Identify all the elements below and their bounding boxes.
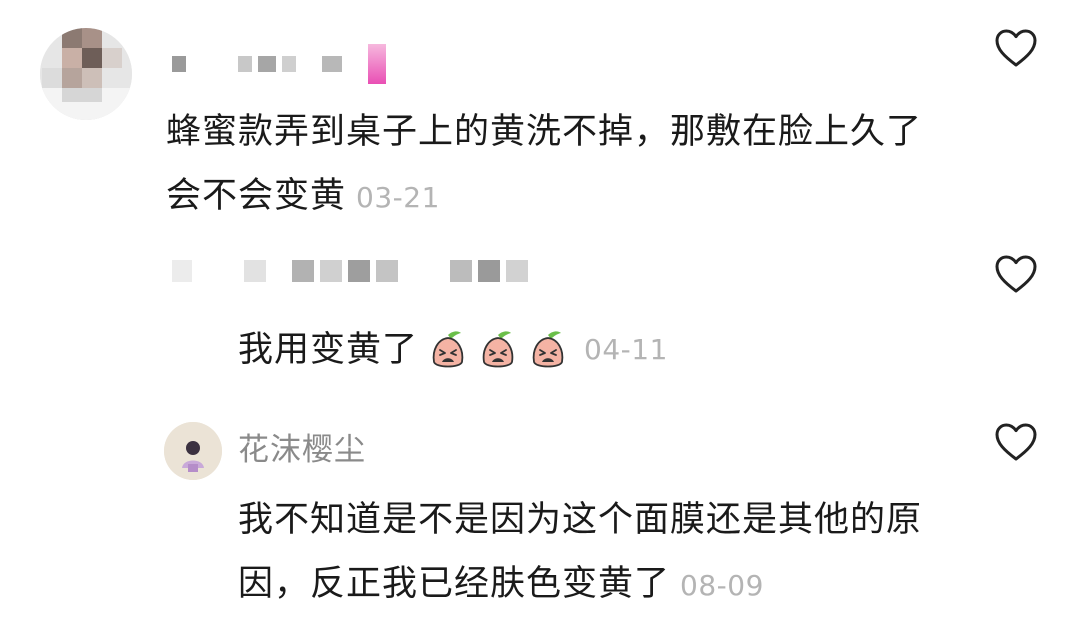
reply-username[interactable]: 花沫樱尘 (238, 428, 366, 472)
heart-outline-icon (995, 423, 1037, 461)
reply-body: 我不知道是不是因为这个面膜还是其他的原因，反正我已经肤色变黄了 (238, 500, 923, 604)
reply-time: 04-11 (584, 333, 668, 366)
avatar[interactable] (164, 422, 222, 480)
peach-crying-emoji (476, 328, 520, 372)
reply-username-redacted[interactable] (172, 260, 528, 282)
comment-thread: 蜂蜜款弄到桌子上的黄洗不掉，那敷在脸上久了会不会变黄 03-21 我用变黄了 0… (0, 0, 1080, 631)
reply-body: 我用变黄了 (238, 330, 419, 370)
comment-body: 蜂蜜款弄到桌子上的黄洗不掉，那敷在脸上久了会不会变黄 (166, 112, 923, 216)
reply-text: 我用变黄了 04-11 (238, 318, 668, 382)
peach-crying-emoji (526, 328, 570, 372)
peach-crying-emoji (426, 328, 470, 372)
like-button[interactable] (994, 28, 1038, 68)
comment-text: 蜂蜜款弄到桌子上的黄洗不掉，那敷在脸上久了会不会变黄 03-21 (166, 100, 956, 230)
like-button[interactable] (994, 254, 1038, 294)
reply-text: 我不知道是不是因为这个面膜还是其他的原因，反正我已经肤色变黄了 08-09 (238, 488, 958, 618)
avatar[interactable] (40, 28, 132, 120)
heart-outline-icon (995, 255, 1037, 293)
like-button[interactable] (994, 422, 1038, 462)
reply-time: 08-09 (680, 569, 764, 602)
comment-time: 03-21 (356, 181, 440, 214)
heart-outline-icon (995, 29, 1037, 67)
username-redacted[interactable] (172, 44, 386, 84)
